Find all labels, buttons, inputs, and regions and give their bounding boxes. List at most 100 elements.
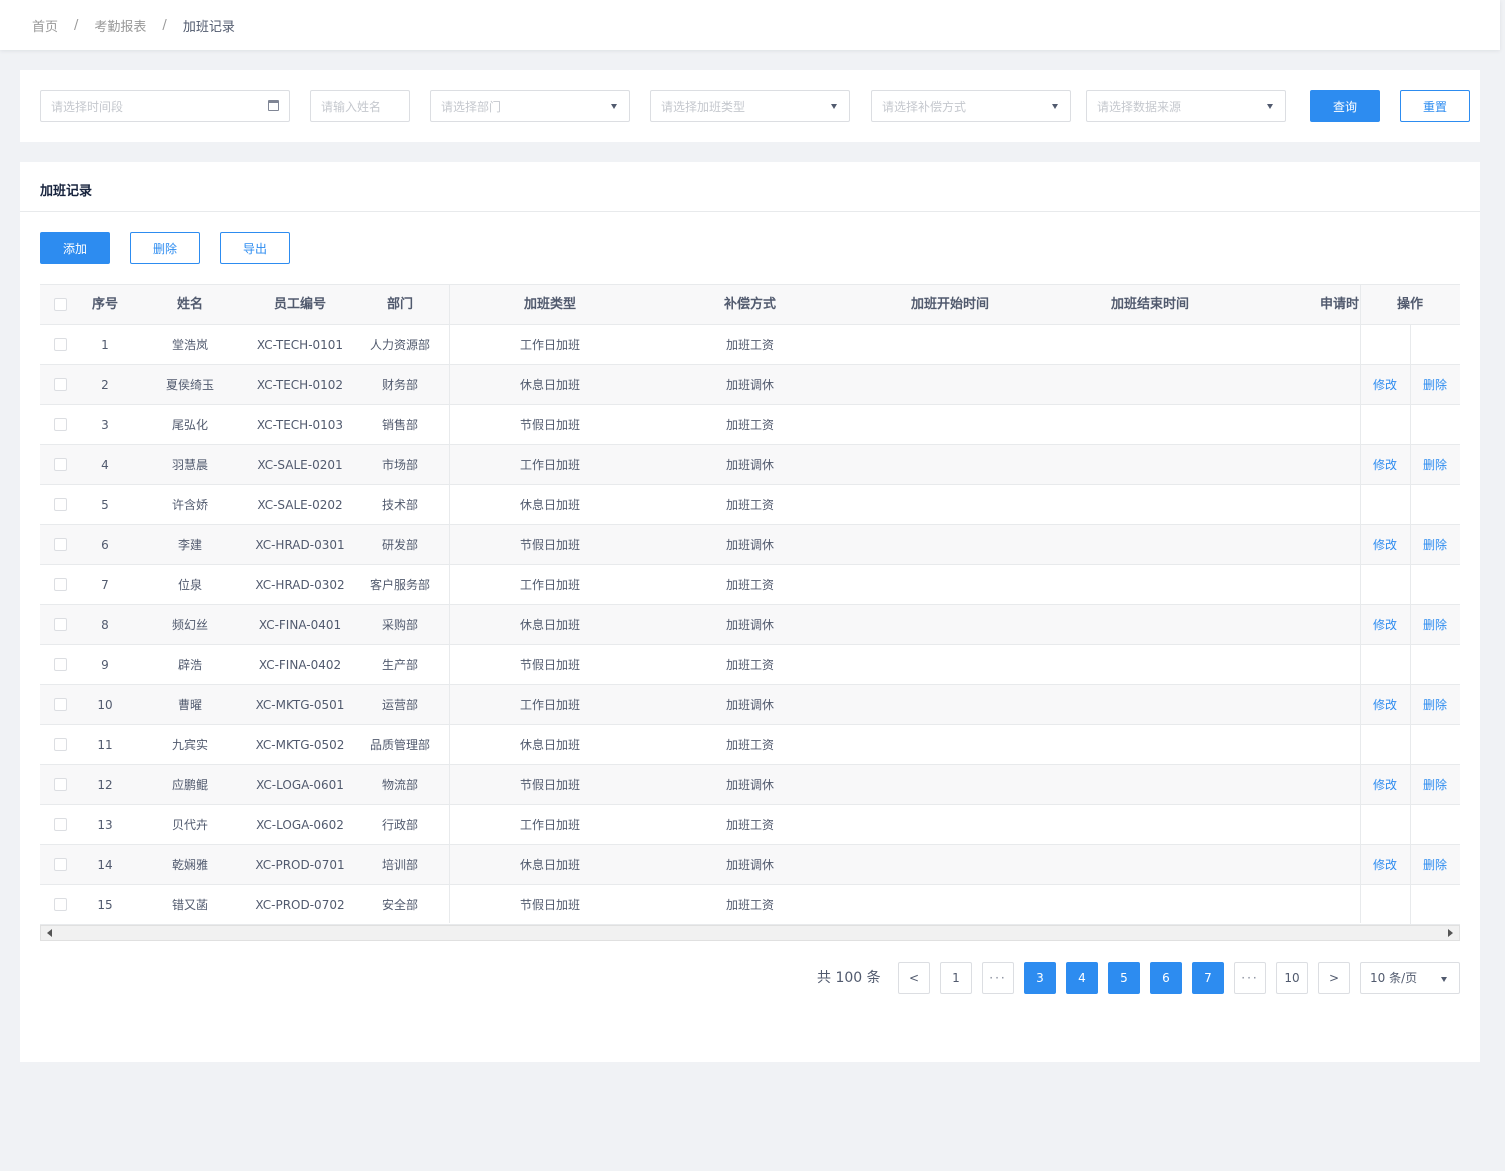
edit-link[interactable]: 修改 [1373, 365, 1397, 405]
header-compensation: 补偿方式 [723, 297, 776, 312]
row-checkbox[interactable] [54, 698, 67, 711]
bulk-delete-button[interactable]: 删除 [130, 232, 200, 264]
row-checkbox[interactable] [54, 658, 67, 671]
edit-link[interactable]: 修改 [1373, 845, 1397, 885]
cell-department: 财务部 [381, 378, 418, 392]
header-start-time: 加班开始时间 [910, 297, 989, 312]
action-cell-divider [1410, 365, 1411, 405]
overtime-type-placeholder: 请选择加班类型 [661, 99, 746, 114]
cell-employee-id: XC-TECH-0102 [256, 378, 344, 392]
add-button[interactable]: 添加 [40, 232, 110, 264]
table-row: 5 许含娇 XC-SALE-0202 技术部 休息日加班 加班工资 [40, 485, 1460, 525]
page-button-6[interactable]: 6 [1150, 962, 1182, 994]
page-button-1[interactable]: 1 [940, 962, 972, 994]
select-all-checkbox[interactable] [54, 298, 67, 311]
header-overtime-type: 加班类型 [523, 297, 576, 312]
page-ellipsis[interactable]: ··· [982, 962, 1014, 994]
export-button[interactable]: 导出 [220, 232, 290, 264]
row-checkbox[interactable] [54, 578, 67, 591]
delete-link[interactable]: 删除 [1423, 365, 1447, 405]
table-row: 13 贝代卉 XC-LOGA-0602 行政部 工作日加班 加班工资 [40, 805, 1460, 845]
edit-link[interactable]: 修改 [1373, 605, 1397, 645]
cell-compensation: 加班调休 [725, 378, 774, 392]
cell-department: 采购部 [381, 618, 418, 632]
table-row: 14 乾娴雅 XC-PROD-0701 培训部 休息日加班 加班调休 修改 删除 [40, 845, 1460, 885]
cell-overtime-type: 节假日加班 [519, 898, 580, 912]
breadcrumb-attendance-report[interactable]: 考勤报表 [94, 16, 146, 35]
date-range-picker[interactable]: 请选择时间段 [40, 90, 290, 122]
page-size-select[interactable]: 10 条/页 [1360, 962, 1460, 994]
overtime-type-select[interactable]: 请选择加班类型 [650, 90, 850, 122]
edit-link[interactable]: 修改 [1373, 445, 1397, 485]
edit-link[interactable]: 修改 [1373, 525, 1397, 565]
cell-department: 客户服务部 [369, 578, 430, 592]
cell-employee-id: XC-SALE-0202 [257, 498, 343, 512]
horizontal-scrollbar[interactable] [40, 925, 1460, 941]
row-checkbox[interactable] [54, 498, 67, 511]
cell-department: 销售部 [381, 418, 418, 432]
row-checkbox[interactable] [54, 898, 67, 911]
cell-index: 10 [97, 698, 113, 712]
query-button[interactable]: 查询 [1310, 90, 1380, 122]
cell-overtime-type: 节假日加班 [519, 538, 580, 552]
cell-employee-id: XC-PROD-0702 [255, 898, 345, 912]
delete-link[interactable]: 删除 [1423, 445, 1447, 485]
row-checkbox[interactable] [54, 858, 67, 871]
cell-overtime-type: 工作日加班 [519, 698, 580, 712]
cell-compensation: 加班调休 [725, 458, 774, 472]
reset-button[interactable]: 重置 [1400, 90, 1470, 122]
table-row: 8 频幻丝 XC-FINA-0401 采购部 休息日加班 加班调休 修改 删除 [40, 605, 1460, 645]
cell-index: 11 [97, 738, 113, 752]
cell-name: 应鹏鲲 [171, 778, 208, 792]
row-checkbox[interactable] [54, 338, 67, 351]
row-checkbox[interactable] [54, 458, 67, 471]
delete-link[interactable]: 删除 [1423, 845, 1447, 885]
scroll-right-icon[interactable] [1448, 929, 1453, 937]
breadcrumb-home[interactable]: 首页 [32, 16, 58, 35]
page-button-10[interactable]: 10 [1276, 962, 1308, 994]
row-checkbox[interactable] [54, 778, 67, 791]
action-cell-divider [1410, 765, 1411, 805]
department-select[interactable]: 请选择部门 [430, 90, 630, 122]
page-button-4[interactable]: 4 [1066, 962, 1098, 994]
cell-employee-id: XC-LOGA-0602 [256, 818, 344, 832]
cell-compensation: 加班工资 [725, 578, 774, 592]
page-button-3[interactable]: 3 [1024, 962, 1056, 994]
edit-link[interactable]: 修改 [1373, 765, 1397, 805]
delete-link[interactable]: 删除 [1423, 525, 1447, 565]
table-row: 1 堂浩岚 XC-TECH-0101 人力资源部 工作日加班 加班工资 [40, 325, 1460, 365]
header-department: 部门 [386, 297, 413, 312]
chevron-down-icon [831, 104, 837, 109]
prev-page-button[interactable]: < [898, 962, 930, 994]
data-source-select[interactable]: 请选择数据来源 [1086, 90, 1286, 122]
row-checkbox[interactable] [54, 378, 67, 391]
cell-compensation: 加班调休 [725, 698, 774, 712]
cell-employee-id: XC-MKTG-0501 [255, 698, 345, 712]
action-cell-divider [1410, 525, 1411, 565]
next-page-button[interactable]: > [1318, 962, 1350, 994]
chevron-down-icon [611, 104, 617, 109]
edit-link[interactable]: 修改 [1373, 685, 1397, 725]
row-checkbox[interactable] [54, 618, 67, 631]
page-ellipsis[interactable]: ··· [1234, 962, 1266, 994]
scroll-left-icon[interactable] [47, 929, 52, 937]
row-checkbox[interactable] [54, 818, 67, 831]
cell-name: 位泉 [177, 578, 202, 592]
filter-panel: 请选择时间段 请输入姓名 请选择部门 请选择加班类型 请选择补偿方式 请选择数据… [20, 70, 1480, 142]
cell-compensation: 加班调休 [725, 538, 774, 552]
compensation-select[interactable]: 请选择补偿方式 [871, 90, 1071, 122]
cell-employee-id: XC-TECH-0101 [256, 338, 344, 352]
total-count: 共 100 条 [817, 970, 881, 986]
row-checkbox[interactable] [54, 538, 67, 551]
cell-compensation: 加班工资 [725, 658, 774, 672]
delete-link[interactable]: 删除 [1423, 685, 1447, 725]
delete-link[interactable]: 删除 [1423, 765, 1447, 805]
row-checkbox[interactable] [54, 738, 67, 751]
delete-link[interactable]: 删除 [1423, 605, 1447, 645]
name-input[interactable]: 请输入姓名 [310, 90, 410, 122]
overtime-records-card: 加班记录 添加 删除 导出 序号 姓名 员工编号 部门 加班类型 补偿方式 加班… [20, 162, 1480, 1062]
page-button-5[interactable]: 5 [1108, 962, 1140, 994]
row-checkbox[interactable] [54, 418, 67, 431]
cell-name: 乾娴雅 [171, 858, 208, 872]
page-button-7[interactable]: 7 [1192, 962, 1224, 994]
